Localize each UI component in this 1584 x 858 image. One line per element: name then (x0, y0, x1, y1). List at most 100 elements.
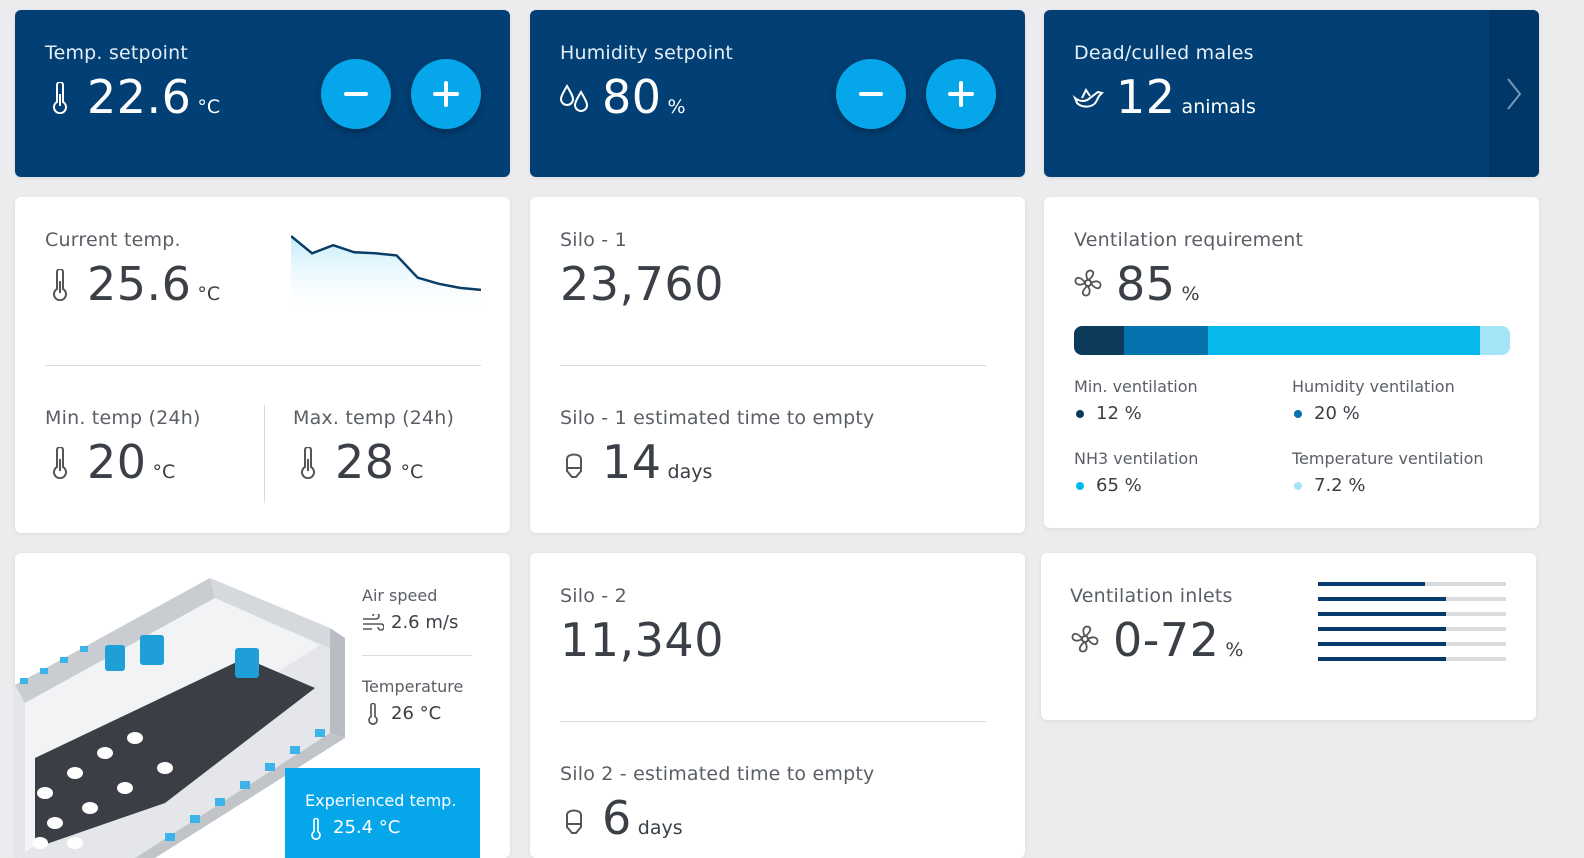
temp-setpoint-unit: °C (197, 96, 221, 118)
divider (560, 721, 986, 722)
max-temp-unit: °C (400, 461, 424, 483)
dead-culled-unit: animals (1181, 96, 1256, 118)
min-temp-label: Min. temp (24h) (45, 407, 201, 429)
silo1-card: Silo - 1 23,760 Silo - 1 estimated time … (530, 197, 1025, 533)
ventilation-bar-segment (1124, 326, 1208, 355)
silo2-eta-value-row: 6 days (602, 791, 683, 845)
temp-trend-sparkline (291, 235, 481, 319)
current-temp-card: Current temp. 25.6 °C Min. temp (24h) 20… (15, 197, 510, 533)
legend-dot (1076, 481, 1084, 490)
divider (362, 655, 472, 656)
silo2-eta-value: 6 (602, 791, 632, 845)
temp-setpoint-label: Temp. setpoint (45, 42, 189, 64)
silo-icon (564, 449, 584, 479)
humidity-decrease-button[interactable] (836, 59, 906, 129)
min-ventilation-value: 12 % (1096, 403, 1142, 424)
nh3-ventilation-label: NH3 ventilation (1074, 449, 1199, 468)
inlet-bar-track (1318, 627, 1506, 631)
humidity-ventilation-label: Humidity ventilation (1292, 377, 1455, 396)
ventilation-bar-segment (1479, 326, 1510, 355)
ventilation-bar-segment (1074, 326, 1125, 355)
air-speed-value: 2.6 m/s (391, 612, 459, 633)
humidity-setpoint-value-row: 80 % (602, 70, 686, 124)
dead-culled-value-row: 12 animals (1116, 70, 1256, 124)
min-ventilation-value-row: 12 % (1076, 403, 1142, 424)
silo-icon (564, 805, 584, 835)
minus-icon (344, 92, 368, 96)
inlet-bar-fill (1318, 657, 1446, 661)
plus-icon (948, 81, 974, 107)
minus-icon (859, 92, 883, 96)
silo2-label: Silo - 2 (560, 585, 627, 607)
humidity-setpoint-unit: % (667, 96, 686, 118)
wind-icon (362, 614, 384, 632)
air-speed-label: Air speed (362, 586, 438, 605)
max-temp-value: 28 (335, 435, 395, 489)
inlet-bar-fill (1318, 582, 1426, 586)
house-temperature-value: 26 °C (391, 703, 442, 724)
max-temp-value-row: 28 °C (335, 435, 423, 489)
inlet-bar-fill (1318, 597, 1446, 601)
humidity-increase-button[interactable] (926, 59, 996, 129)
min-ventilation-label: Min. ventilation (1074, 377, 1198, 396)
fan-icon (1072, 267, 1104, 299)
inlet-bar-track (1318, 657, 1506, 661)
nh3-ventilation-value-row: 65 % (1076, 475, 1142, 496)
inlet-bar-track (1318, 642, 1506, 646)
legend-dot (1294, 481, 1302, 490)
temp-setpoint-value: 22.6 (87, 70, 192, 124)
thermometer-icon (51, 269, 69, 301)
humidity-setpoint-value: 80 (602, 70, 662, 124)
min-temp-value: 20 (87, 435, 147, 489)
humidity-setpoint-label: Humidity setpoint (560, 42, 734, 64)
fan-icon (1069, 623, 1101, 655)
inlet-bar-track (1318, 597, 1506, 601)
ventilation-requirement-value-row: 85 % (1116, 257, 1200, 311)
ventilation-requirement-card: Ventilation requirement 85 % Min. ventil… (1044, 197, 1539, 528)
silo2-value: 11,340 (560, 613, 724, 667)
ventilation-requirement-value: 85 (1116, 257, 1176, 311)
divider (45, 365, 481, 366)
silo2-eta-label: Silo 2 - estimated time to empty (560, 763, 875, 785)
chevron-right-icon (1507, 78, 1522, 110)
silo2-value-row: 11,340 (560, 613, 724, 667)
dead-culled-nav-strip[interactable] (1489, 10, 1539, 177)
plus-icon (433, 81, 459, 107)
temp-increase-button[interactable] (411, 59, 481, 129)
legend-dot (1294, 409, 1302, 418)
ventilation-stacked-bar (1074, 326, 1510, 355)
experienced-temp-label: Experienced temp. (305, 791, 457, 810)
thermometer-icon (367, 703, 379, 725)
inlet-bar-track (1318, 612, 1506, 616)
inlet-bar-track (1318, 582, 1506, 586)
experienced-temp-box: Experienced temp. 25.4 °C (285, 768, 480, 858)
temperature-ventilation-value: 7.2 % (1314, 475, 1366, 496)
max-temp-label: Max. temp (24h) (293, 407, 455, 429)
ventilation-requirement-unit: % (1181, 283, 1200, 305)
house-view-card: Air speed 2.6 m/s Temperature 26 °C Expe… (15, 553, 510, 858)
inlet-bar-fill (1318, 612, 1446, 616)
legend-dot (1076, 409, 1084, 418)
ventilation-inlets-card: Ventilation inlets 0-72 % (1041, 553, 1536, 720)
ventilation-inlets-unit: % (1225, 639, 1244, 661)
ventilation-inlets-value-row: 0-72 % (1113, 613, 1243, 667)
silo1-label: Silo - 1 (560, 229, 627, 251)
ventilation-bar-segment (1207, 326, 1480, 355)
temp-decrease-button[interactable] (321, 59, 391, 129)
humidity-ventilation-value-row: 20 % (1294, 403, 1360, 424)
inlet-bars (1318, 582, 1506, 664)
silo1-value-row: 23,760 (560, 257, 724, 311)
dead-culled-card[interactable]: Dead/culled males 12 animals (1044, 10, 1539, 177)
ventilation-inlets-value: 0-72 (1113, 613, 1220, 667)
min-temp-unit: °C (152, 461, 176, 483)
water-drops-icon (558, 82, 590, 114)
house-temperature-label: Temperature (362, 677, 464, 696)
bird-icon (1072, 84, 1106, 112)
divider-vertical (264, 405, 265, 503)
min-temp-value-row: 20 °C (87, 435, 175, 489)
trend-area (291, 236, 481, 319)
experienced-temp-value: 25.4 °C (333, 817, 401, 838)
ventilation-inlets-label: Ventilation inlets (1070, 585, 1233, 607)
inlet-bar-fill (1318, 627, 1446, 631)
current-temp-value-row: 25.6 °C (87, 257, 220, 311)
